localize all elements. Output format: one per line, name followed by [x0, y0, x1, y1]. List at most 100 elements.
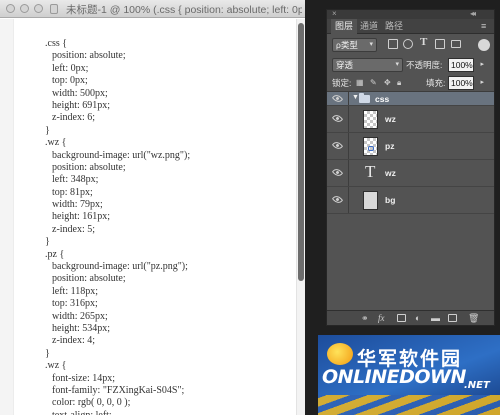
editor-scrollbar[interactable] — [296, 19, 305, 415]
link-icon[interactable]: ⚭ — [361, 313, 369, 323]
panel-title-strip[interactable]: × ◂◂ — [327, 9, 494, 19]
tab-paths[interactable]: 路径 — [381, 19, 407, 34]
code-line: position: absolute; — [52, 273, 126, 285]
lock-pixels-icon[interactable]: ✎ — [370, 78, 377, 87]
code-line: font-family: "FZXingKai-S04S"; — [52, 384, 185, 396]
text-layer-icon: T — [365, 162, 376, 181]
code-line: .pz { — [45, 248, 65, 260]
code-line: .css { — [45, 38, 68, 49]
chevron-right-icon[interactable]: ▸ — [480, 59, 484, 71]
blend-mode-dropdown[interactable]: 穿透 ▾ — [332, 58, 403, 72]
opacity-label: 不透明度: — [406, 60, 443, 70]
chevron-down-icon: ▾ — [369, 41, 373, 48]
code-line: background-image: url("pz.png"); — [52, 261, 188, 273]
code-line: .wz { — [45, 360, 67, 372]
code-line: text-align: left; — [45, 410, 190, 415]
document-icon — [50, 4, 58, 14]
lock-position-icon[interactable]: ✥ — [384, 78, 391, 87]
layer-row[interactable]: bg — [327, 187, 494, 214]
editor-title: 未标题-1 @ 100% (.css { position: absolute;… — [66, 4, 302, 16]
code-line: height: 691px; — [52, 99, 111, 111]
opacity-value: 100% — [451, 60, 473, 70]
panel-menu-icon[interactable]: ≡ — [481, 19, 486, 33]
text-editor-window: 未标题-1 @ 100% (.css { position: absolute;… — [0, 0, 305, 415]
lock-all-icon[interactable]: 🔒︎ — [397, 78, 401, 88]
disclosure-triangle-icon[interactable]: ▼ — [352, 94, 359, 101]
folder-icon[interactable]: ▬ — [431, 313, 440, 323]
code-line: width: 79px; — [52, 199, 103, 211]
code-line: .wz { — [45, 137, 67, 149]
mask-icon[interactable] — [397, 314, 406, 322]
layer-thumbnail — [363, 137, 378, 156]
code-line: left: 0px; — [52, 62, 89, 74]
new-layer-icon[interactable] — [448, 314, 457, 322]
layer-thumbnail — [363, 110, 378, 129]
close-panel-icon[interactable]: × — [332, 9, 337, 18]
collapse-panel-icon[interactable]: ◂◂ — [470, 9, 476, 18]
tab-layers[interactable]: 图层 — [331, 19, 358, 34]
opacity-field[interactable]: 100% ▸ — [448, 58, 484, 72]
adjustment-icon[interactable]: ◐ — [415, 313, 420, 323]
code-line: } — [45, 236, 50, 248]
code-line: font-size: 14px; — [52, 372, 116, 384]
visibility-eye-icon[interactable] — [331, 112, 344, 125]
group-name: css — [375, 94, 390, 104]
tab-channels[interactable]: 通道 — [356, 19, 382, 34]
fill-field[interactable]: 100% ▸ — [448, 76, 484, 90]
layers-panel: × ◂◂ 图层 通道 路径 ≡ ρ类型 ▾ T 穿透 ▾ 不透明度: 100% … — [326, 9, 495, 326]
filter-toggle-icon[interactable] — [478, 39, 490, 51]
layer-group-css[interactable]: ▼ css — [327, 92, 494, 106]
pixel-filter-icon[interactable] — [388, 39, 398, 49]
zoom-window-button[interactable] — [34, 4, 43, 13]
code-line: z-index: 4; — [52, 335, 96, 347]
layer-name: bg — [385, 195, 396, 205]
shape-filter-icon[interactable] — [435, 39, 445, 49]
fill-label: 填充: — [426, 78, 446, 88]
layer-row[interactable]: pz — [327, 133, 494, 160]
divider — [348, 160, 349, 186]
watermark-logo-icon — [327, 343, 353, 365]
chevron-right-icon[interactable]: ▸ — [480, 77, 484, 89]
adjustment-filter-icon[interactable] — [403, 39, 413, 49]
lock-label: 锁定: — [332, 78, 352, 88]
code-line: height: 161px; — [52, 211, 111, 223]
visibility-eye-icon[interactable] — [331, 193, 344, 206]
smart-object-filter-icon[interactable] — [451, 40, 461, 48]
divider — [348, 106, 349, 132]
panel-footer: ⚭ fx ◐ ▬ 🗑︎ — [327, 310, 494, 325]
filter-type-label: ρ类型 — [336, 40, 358, 50]
code-line: top: 81px; — [52, 186, 93, 198]
layer-row[interactable]: wz — [327, 106, 494, 133]
minimize-window-button[interactable] — [20, 4, 29, 13]
code-line: z-index: 6; — [52, 112, 96, 124]
visibility-eye-icon[interactable] — [331, 92, 344, 104]
code-line: left: 348px; — [52, 174, 99, 186]
lock-transparency-icon[interactable]: ▦ — [356, 78, 364, 87]
visibility-eye-icon[interactable] — [331, 139, 344, 152]
blend-row: 穿透 ▾ 不透明度: 100% ▸ — [327, 56, 494, 74]
divider — [348, 133, 349, 159]
layer-name: wz — [385, 114, 396, 124]
code-line: color: rgb( 0, 0, 0 ); — [52, 397, 131, 409]
fx-icon[interactable]: fx — [378, 313, 385, 323]
code-line: position: absolute; — [52, 50, 126, 62]
code-line: z-index: 5; — [52, 223, 96, 235]
fill-value: 100% — [451, 78, 473, 88]
folder-icon — [359, 93, 370, 103]
filter-type-dropdown[interactable]: ρ类型 ▾ — [332, 38, 377, 52]
chevron-down-icon: ▾ — [395, 61, 399, 68]
code-line: position: absolute; — [52, 161, 126, 173]
code-text[interactable]: .css {position: absolute; left: 0px; top: … — [45, 38, 190, 415]
close-window-button[interactable] — [6, 4, 15, 13]
layer-thumbnail — [363, 191, 378, 210]
divider — [348, 92, 349, 105]
visibility-eye-icon[interactable] — [331, 166, 344, 179]
editor-scrollbar-thumb[interactable] — [298, 23, 304, 281]
code-line: top: 0px; — [52, 75, 88, 87]
layer-row[interactable]: T wz — [327, 160, 494, 187]
type-filter-icon[interactable]: T — [420, 36, 427, 48]
trash-icon[interactable]: 🗑︎ — [468, 313, 479, 323]
code-line: top: 316px; — [52, 298, 98, 310]
lock-row: 锁定: ▦ ✎ ✥ 🔒︎ 填充: 100% ▸ — [327, 74, 494, 92]
code-line: } — [45, 347, 50, 359]
